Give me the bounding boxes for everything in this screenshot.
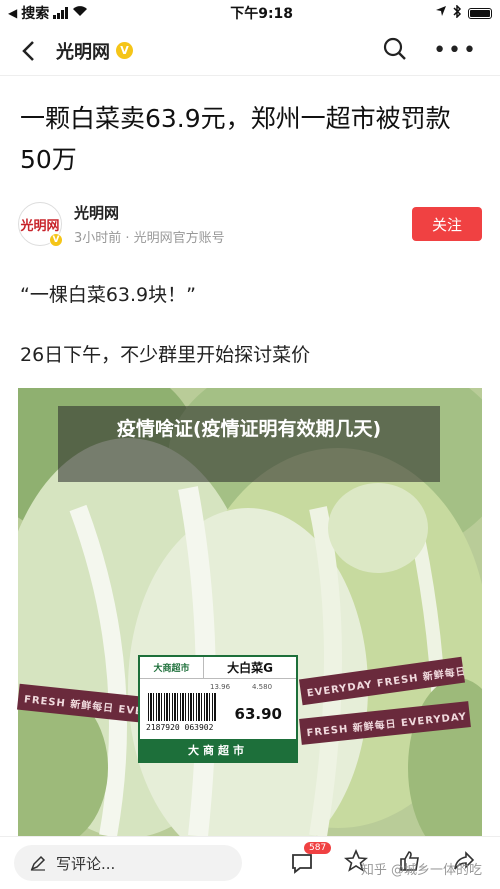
price-tag-header: 大商超市 大白菜G	[140, 657, 296, 679]
signal-icon	[53, 7, 69, 19]
back-to-app-icon[interactable]: ◀	[8, 6, 17, 20]
nav-bar: 光明网 V •••	[0, 26, 500, 76]
search-button[interactable]	[383, 37, 407, 65]
status-left: ◀ 搜索	[8, 3, 88, 23]
back-button[interactable]	[0, 40, 56, 62]
price-tag-product: 大白菜G	[227, 661, 273, 675]
follow-button[interactable]: 关注	[412, 207, 482, 241]
nav-title[interactable]: 光明网 V	[56, 38, 133, 64]
author-avatar[interactable]: 光明网 V	[18, 202, 63, 247]
comment-input[interactable]: 写评论...	[14, 845, 242, 881]
watermark-text: 知乎 @城乡一体的吃	[360, 863, 482, 878]
comment-icon	[292, 854, 312, 874]
bluetooth-icon	[453, 3, 462, 22]
wifi-icon	[72, 5, 88, 21]
price-tag-body: 13.96 4.580 2187920 063902 63.90	[140, 679, 296, 739]
price-tag-weight: 13.96	[210, 683, 231, 691]
nav-title-text: 光明网	[56, 41, 110, 63]
barcode	[148, 693, 216, 721]
barcode-number: 2187920 063902	[146, 723, 214, 732]
price-tag-store: 大商超市	[140, 657, 204, 678]
price-tag-unit-price: 4.580	[252, 683, 273, 691]
battery-icon	[468, 7, 492, 19]
carrier-label: 搜索	[21, 6, 50, 22]
verified-badge-icon: V	[116, 42, 133, 59]
pencil-icon	[30, 855, 46, 871]
comments-button[interactable]: 587	[290, 842, 332, 874]
search-icon	[383, 37, 406, 60]
location-icon	[435, 5, 447, 21]
avatar-logo-text: 光明网	[20, 218, 60, 234]
price-tag-price: 63.90	[234, 705, 282, 723]
paragraph-quote: “一棵白菜63.9块！”	[20, 284, 196, 306]
nav-actions: •••	[383, 37, 500, 65]
verified-badge-icon: V	[49, 233, 63, 247]
paragraph-text: 26日下午，不少群里开始探讨菜价	[20, 344, 311, 366]
author-meta: 3小时前 · 光明网官方账号	[74, 231, 225, 246]
comment-count-badge: 587	[304, 842, 332, 854]
price-tag: 大商超市 大白菜G 13.96 4.580 2187920 063902 63.…	[138, 655, 298, 763]
price-tag-footer: 大商超市	[140, 739, 296, 761]
image-overlay-caption: 疫情啥证(疫情证明有效期几天)	[58, 406, 440, 482]
comment-placeholder: 写评论...	[56, 854, 116, 873]
article-headline: 一颗白菜卖63.9元，郑州一超市被罚款50万	[20, 104, 451, 174]
clock: 下午9:18	[230, 6, 294, 22]
status-bar: ◀ 搜索 下午9:18	[0, 0, 500, 26]
more-options-icon[interactable]: •••	[433, 39, 478, 62]
author-row: 光明网 V 光明网 3小时前 · 光明网官方账号 关注	[18, 200, 482, 248]
status-right	[435, 3, 492, 22]
chevron-left-icon	[22, 40, 34, 61]
author-name[interactable]: 光明网	[74, 202, 225, 223]
author-info: 光明网 3小时前 · 光明网官方账号	[74, 202, 225, 246]
